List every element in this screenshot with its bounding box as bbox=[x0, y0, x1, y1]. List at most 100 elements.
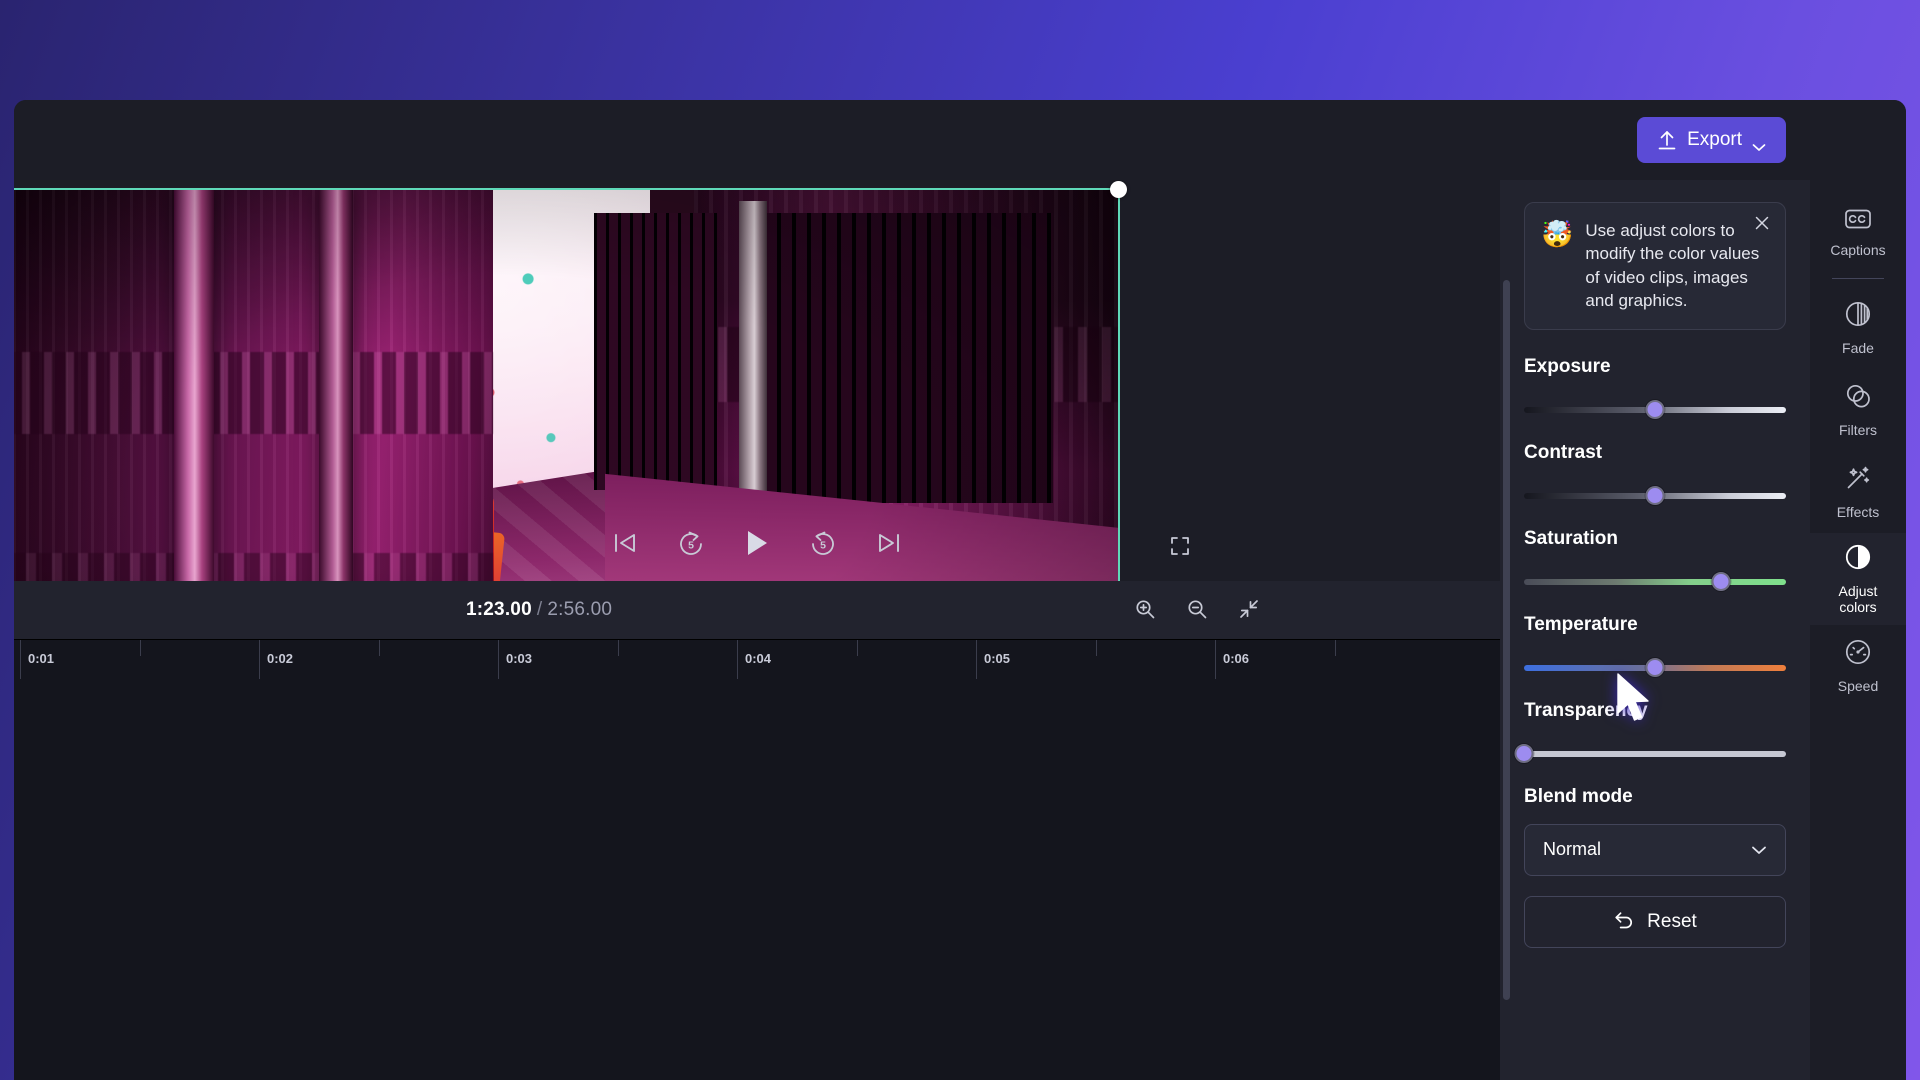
rail-item-label-effects: Effects bbox=[1837, 504, 1880, 520]
control-group-contrast: Contrast bbox=[1524, 442, 1786, 506]
skip-next-icon bbox=[876, 530, 902, 556]
contrast-label: Contrast bbox=[1524, 442, 1786, 464]
ruler-tick-minor bbox=[140, 640, 141, 656]
timeline-tracks[interactable] bbox=[14, 679, 1500, 1080]
zoom-in-button[interactable] bbox=[1130, 595, 1160, 625]
contrast-slider[interactable] bbox=[1524, 486, 1786, 506]
forward-5-icon: 5 bbox=[809, 529, 837, 557]
export-label: Export bbox=[1687, 129, 1742, 151]
blend-mode-select[interactable]: Normal bbox=[1524, 824, 1786, 876]
timeline-zoom-tools bbox=[1130, 595, 1264, 625]
ruler-label: 0:04 bbox=[745, 651, 771, 666]
chevron-down-icon bbox=[1752, 136, 1766, 145]
ruler-tick-minor bbox=[379, 640, 380, 656]
fullscreen-icon bbox=[1169, 535, 1191, 560]
properties-panel: 🤯 Use adjust colors to modify the color … bbox=[1500, 180, 1810, 1080]
exposure-slider-thumb[interactable] bbox=[1646, 400, 1665, 419]
zoom-out-icon bbox=[1186, 598, 1208, 623]
transparency-slider[interactable] bbox=[1524, 744, 1786, 764]
blend-mode-value: Normal bbox=[1543, 839, 1601, 860]
reset-label: Reset bbox=[1647, 911, 1697, 933]
rail-item-label-adjust-colors: Adjust colors bbox=[1839, 583, 1878, 615]
rail-item-effects[interactable]: Effects bbox=[1810, 451, 1906, 533]
timecode-display: 1:23.00/2:56.00 bbox=[466, 599, 612, 621]
saturation-slider-track bbox=[1524, 579, 1786, 585]
ruler-tick-major bbox=[20, 640, 21, 679]
play-icon bbox=[744, 529, 770, 557]
timeline-ruler[interactable]: 0:010:020:030:040:050:06 bbox=[14, 639, 1500, 679]
ruler-tick-minor bbox=[618, 640, 619, 656]
adjust-colors-icon bbox=[1844, 543, 1872, 576]
rail-item-label-fade: Fade bbox=[1842, 340, 1874, 356]
current-time: 1:23.00 bbox=[466, 599, 532, 620]
reset-button[interactable]: Reset bbox=[1524, 896, 1786, 948]
ruler-tick-major bbox=[259, 640, 260, 679]
ruler-label: 0:02 bbox=[267, 651, 293, 666]
play-button[interactable] bbox=[737, 523, 777, 563]
saturation-slider[interactable] bbox=[1524, 572, 1786, 592]
ruler-label: 0:01 bbox=[28, 651, 54, 666]
ruler-tick-major bbox=[737, 640, 738, 679]
rail-item-adjust-colors[interactable]: Adjust colors bbox=[1810, 533, 1906, 625]
ruler-label: 0:06 bbox=[1223, 651, 1249, 666]
playback-controls: 5 bbox=[14, 519, 1500, 567]
saturation-slider-thumb[interactable] bbox=[1711, 572, 1730, 591]
skip-previous-button[interactable] bbox=[605, 523, 645, 563]
svg-text:5: 5 bbox=[688, 540, 694, 552]
control-group-transparency: Transparency bbox=[1524, 700, 1786, 764]
zoom-out-button[interactable] bbox=[1182, 595, 1212, 625]
main-body: 5 bbox=[14, 180, 1906, 1080]
tip-emoji-icon: 🤯 bbox=[1541, 221, 1573, 313]
saturation-label: Saturation bbox=[1524, 528, 1786, 550]
control-group-saturation: Saturation bbox=[1524, 528, 1786, 592]
temperature-label: Temperature bbox=[1524, 614, 1786, 636]
panel-scrollbar[interactable] bbox=[1503, 280, 1510, 1000]
tip-text: Use adjust colors to modify the color va… bbox=[1585, 219, 1771, 313]
skip-next-button[interactable] bbox=[869, 523, 909, 563]
preview-area: 5 bbox=[14, 180, 1500, 581]
blend-mode-label: Blend mode bbox=[1524, 786, 1786, 808]
rail-item-label-captions: Captions bbox=[1830, 242, 1885, 258]
export-button[interactable]: Export bbox=[1637, 117, 1786, 163]
filters-icon bbox=[1844, 382, 1872, 415]
temperature-slider-thumb[interactable] bbox=[1646, 658, 1665, 677]
transparency-slider-track bbox=[1524, 751, 1786, 757]
fade-icon bbox=[1844, 300, 1872, 333]
tip-close-button[interactable] bbox=[1749, 211, 1775, 237]
fit-to-screen-icon bbox=[1238, 598, 1260, 623]
rewind-5-icon: 5 bbox=[677, 529, 705, 557]
rail-item-label-filters: Filters bbox=[1839, 422, 1877, 438]
tool-rail: Captions Fade Filters Effects Adjust colors S… bbox=[1810, 180, 1906, 1080]
temperature-slider[interactable] bbox=[1524, 658, 1786, 678]
rewind-5-button[interactable]: 5 bbox=[671, 523, 711, 563]
chevron-down-icon bbox=[1751, 839, 1767, 860]
close-icon bbox=[1754, 215, 1770, 234]
undo-icon bbox=[1613, 909, 1635, 935]
contrast-slider-thumb[interactable] bbox=[1646, 486, 1665, 505]
rail-item-fade[interactable]: Fade bbox=[1810, 287, 1906, 369]
captions-icon bbox=[1844, 208, 1872, 235]
control-group-temperature: Temperature bbox=[1524, 614, 1786, 678]
fullscreen-button[interactable] bbox=[1160, 527, 1200, 567]
top-bar: Export bbox=[14, 100, 1906, 180]
tip-card: 🤯 Use adjust colors to modify the color … bbox=[1524, 202, 1786, 330]
forward-5-button[interactable]: 5 bbox=[803, 523, 843, 563]
transparency-label: Transparency bbox=[1524, 700, 1786, 722]
timeline-toolbar: 1:23.00/2:56.00 bbox=[14, 581, 1500, 639]
rail-item-speed[interactable]: Speed bbox=[1810, 625, 1906, 707]
transparency-slider-thumb[interactable] bbox=[1515, 744, 1534, 763]
ruler-label: 0:05 bbox=[984, 651, 1010, 666]
fit-to-screen-button[interactable] bbox=[1234, 595, 1264, 625]
effects-wand-icon bbox=[1844, 464, 1872, 497]
ruler-tick-major bbox=[1215, 640, 1216, 679]
rail-item-captions[interactable]: Captions bbox=[1810, 192, 1906, 274]
exposure-label: Exposure bbox=[1524, 356, 1786, 378]
exposure-slider[interactable] bbox=[1524, 400, 1786, 420]
svg-text:5: 5 bbox=[820, 540, 826, 552]
control-group-exposure: Exposure bbox=[1524, 356, 1786, 420]
zoom-in-icon bbox=[1134, 598, 1156, 623]
rail-item-filters[interactable]: Filters bbox=[1810, 369, 1906, 451]
ruler-tick-minor bbox=[1335, 640, 1336, 656]
total-time: 2:56.00 bbox=[547, 599, 612, 620]
skip-previous-icon bbox=[612, 530, 638, 556]
